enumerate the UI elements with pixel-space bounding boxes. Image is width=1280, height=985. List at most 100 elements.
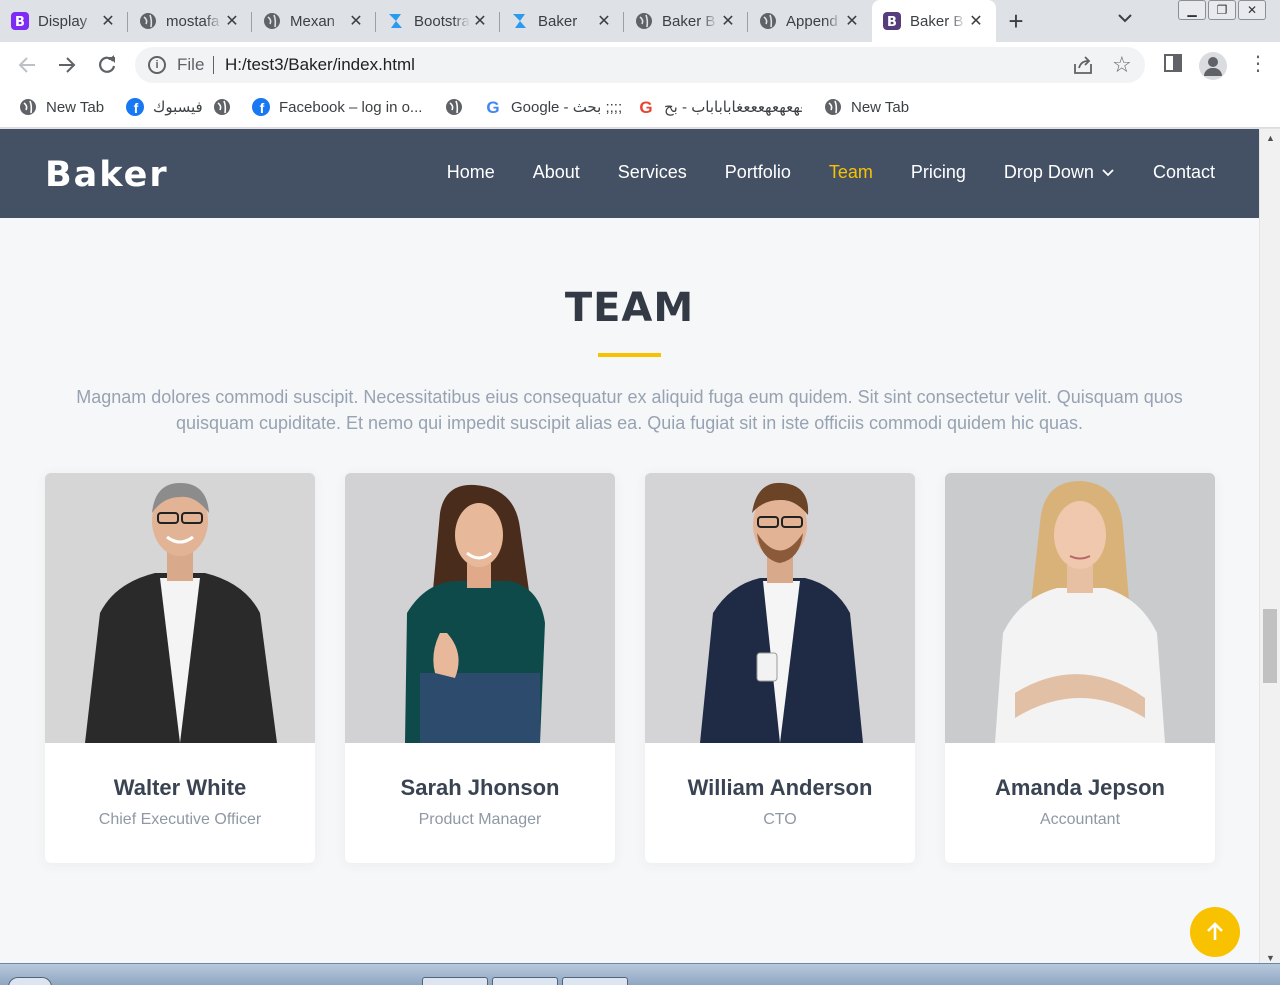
browser-tab-2[interactable]: Mexan ✕ — [252, 0, 376, 42]
tab-title: mostafa — [166, 12, 220, 30]
scrollbar-thumb[interactable] — [1263, 609, 1277, 683]
close-tab-icon[interactable]: ✕ — [594, 11, 614, 31]
browser-tab-5[interactable]: Baker B ✕ — [624, 0, 748, 42]
svg-text:B: B — [15, 15, 25, 30]
bookmark-item[interactable]: f Facebook – log in o... — [251, 96, 422, 118]
team-member-card: Amanda Jepson Accountant — [945, 473, 1215, 863]
tab-strip: B Display ✕ mostafa ✕ Mexan ✕ Bootstrap … — [0, 0, 1280, 42]
taskbar-item[interactable] — [562, 977, 628, 985]
minimize-icon[interactable]: ▁ — [1178, 0, 1206, 20]
back-to-top-button[interactable] — [1190, 907, 1240, 957]
bookmark-item[interactable]: G Google - بحث ;;;; — [483, 96, 622, 118]
bookmark-item[interactable]: New Tab — [823, 96, 909, 118]
window-controls: ▁ ❐ ✕ — [1178, 0, 1266, 22]
bootstrap-icon: B — [882, 11, 902, 31]
browser-tab-3[interactable]: Bootstrap ✕ — [376, 0, 500, 42]
scroll-down-arrow-icon[interactable]: ▼ — [1260, 953, 1280, 963]
main-nav: Home About Services Portfolio Team Prici… — [447, 162, 1215, 183]
restore-icon[interactable]: ❐ — [1208, 0, 1236, 20]
bookmark-item[interactable]: G هعهعهعهعععغاباباباب - بح... — [636, 96, 802, 118]
tab-title: Baker B — [662, 12, 716, 30]
svg-text:G: G — [486, 98, 499, 116]
tab-title: Baker — [538, 12, 578, 30]
nav-contact[interactable]: Contact — [1153, 162, 1215, 183]
nav-services[interactable]: Services — [618, 162, 687, 183]
nav-about[interactable]: About — [533, 162, 580, 183]
tab-search-chevron-icon[interactable] — [1118, 10, 1132, 28]
member-role: Product Manager — [418, 811, 542, 828]
close-tab-icon[interactable]: ✕ — [842, 11, 862, 31]
google-icon: G — [483, 97, 503, 117]
close-window-icon[interactable]: ✕ — [1238, 0, 1266, 20]
svg-text:G: G — [639, 98, 652, 116]
taskbar-item[interactable] — [492, 977, 558, 985]
globe-icon — [444, 97, 464, 117]
forward-arrow-icon[interactable] — [54, 52, 80, 78]
site-logo[interactable]: Baker — [45, 155, 169, 195]
nav-home[interactable]: Home — [447, 162, 495, 183]
close-tab-icon[interactable]: ✕ — [966, 11, 986, 31]
globe-icon — [634, 11, 654, 31]
svg-text:f: f — [260, 100, 265, 116]
google-icon: G — [636, 97, 656, 117]
globe-icon — [823, 97, 843, 117]
bookmark-item[interactable]: New Tab — [18, 96, 104, 118]
page-viewport: Baker Home About Services Portfolio Team… — [0, 129, 1259, 963]
member-name: Amanda Jepson — [995, 775, 1165, 800]
more-menu-icon[interactable]: ⋮ — [1248, 51, 1268, 77]
info-icon[interactable]: i — [148, 56, 166, 74]
bookmark-label: New Tab — [851, 98, 910, 116]
browser-tab-1[interactable]: mostafa ✕ — [128, 0, 252, 42]
close-tab-icon[interactable]: ✕ — [718, 11, 738, 31]
tab-title: Display — [38, 12, 88, 30]
browser-toolbar: i File H:/test3/Baker/index.html ☆ ⋮ — [0, 42, 1280, 88]
scroll-up-arrow-icon[interactable]: ▲ — [1260, 133, 1280, 143]
url-text[interactable]: H:/test3/Baker/index.html — [225, 55, 415, 75]
close-tab-icon[interactable]: ✕ — [470, 11, 490, 31]
section-description: Magnam dolores commodi suscipit. Necessi… — [76, 387, 1183, 433]
bookmark-item[interactable]: f فيسبوك — [125, 96, 203, 118]
browser-tab-0[interactable]: B Display ✕ — [0, 0, 128, 42]
page-scrollbar[interactable]: ▲ ▼ — [1259, 129, 1280, 963]
browser-tab-6[interactable]: Append ✕ — [748, 0, 872, 42]
share-icon[interactable] — [1072, 55, 1094, 80]
nav-pricing[interactable]: Pricing — [911, 162, 966, 183]
bookmark-star-icon[interactable]: ☆ — [1112, 52, 1132, 78]
bootstrapmade-icon — [510, 11, 530, 31]
bootstrap-icon: B — [10, 11, 30, 31]
start-button[interactable] — [8, 977, 52, 985]
member-name: Sarah Jhonson — [400, 775, 560, 800]
taskbar-item[interactable] — [422, 977, 488, 985]
tab-title: Mexan — [290, 12, 336, 30]
browser-tab-4[interactable]: Baker ✕ — [500, 0, 624, 42]
globe-icon — [18, 97, 38, 117]
close-tab-icon[interactable]: ✕ — [346, 11, 366, 31]
title-underline — [598, 353, 661, 357]
new-tab-button[interactable]: + — [996, 0, 1036, 42]
nav-dropdown[interactable]: Drop Down — [1004, 162, 1115, 183]
arrow-up-icon — [1207, 922, 1223, 940]
tab-title: Baker B — [910, 12, 964, 30]
globe-icon — [138, 11, 158, 31]
bookmark-label: Facebook – log in o... — [279, 98, 423, 116]
nav-team[interactable]: Team — [829, 162, 873, 183]
member-photo — [945, 473, 1215, 743]
reload-icon[interactable] — [94, 52, 120, 78]
profile-avatar-icon[interactable] — [1199, 52, 1227, 80]
bookmark-label: فيسبوك — [153, 99, 203, 116]
member-name: William Anderson — [687, 775, 873, 800]
address-bar[interactable]: i File H:/test3/Baker/index.html ☆ — [135, 47, 1145, 83]
close-tab-icon[interactable]: ✕ — [98, 11, 118, 31]
team-member-card: Sarah Jhonson Product Manager — [345, 473, 615, 863]
close-tab-icon[interactable]: ✕ — [222, 11, 242, 31]
svg-text:f: f — [134, 100, 139, 116]
nav-portfolio[interactable]: Portfolio — [725, 162, 791, 183]
facebook-icon: f — [125, 97, 145, 117]
svg-text:B: B — [887, 15, 897, 30]
back-arrow-icon[interactable] — [14, 52, 40, 78]
browser-tab-active[interactable]: B Baker B ✕ — [872, 0, 996, 42]
bootstrapmade-icon — [386, 11, 406, 31]
side-panel-icon[interactable] — [1163, 53, 1183, 78]
bookmark-item[interactable] — [212, 96, 240, 118]
bookmark-item[interactable] — [444, 96, 472, 118]
